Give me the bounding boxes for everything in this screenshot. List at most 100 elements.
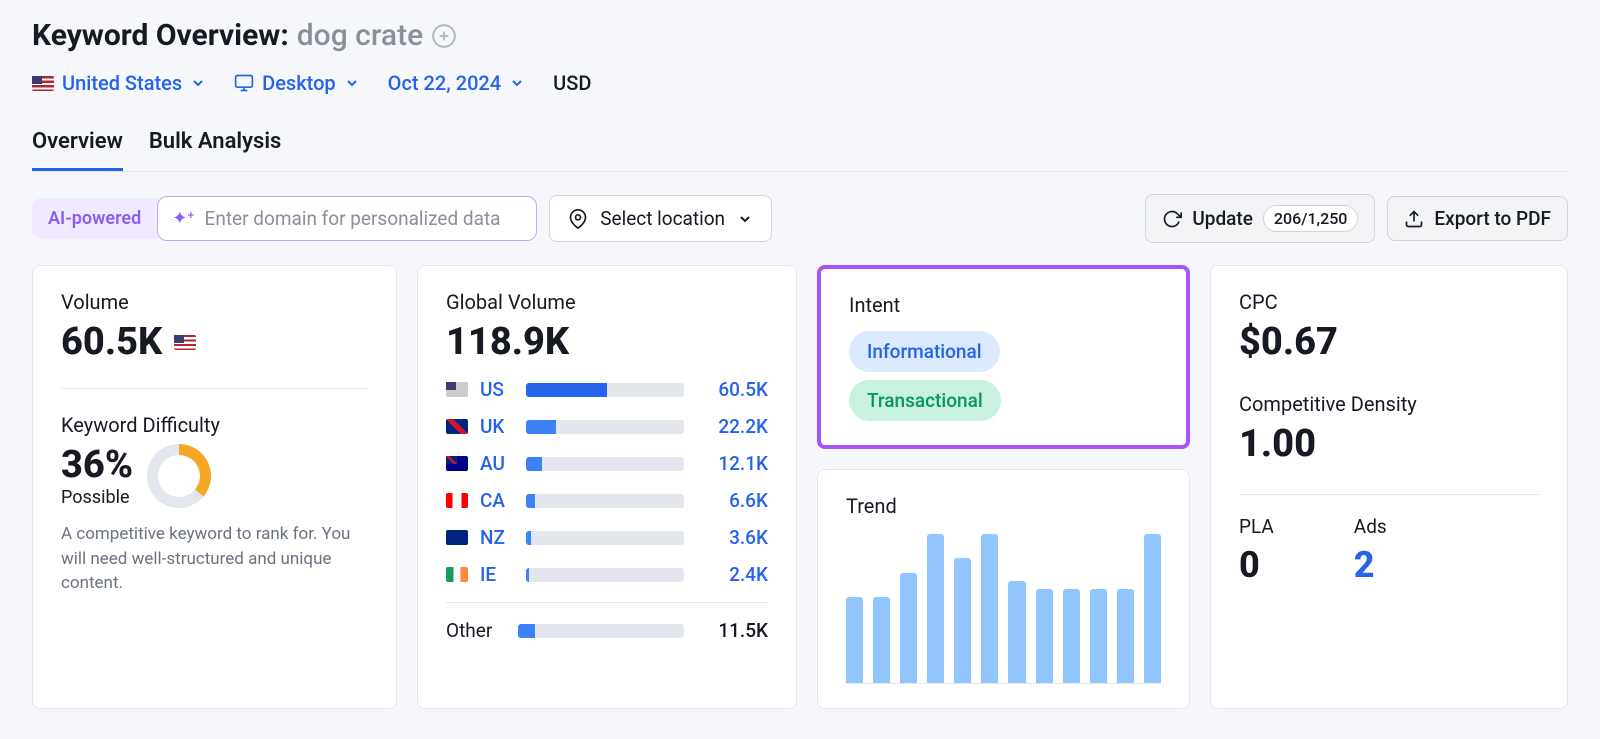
global-volume-list: US 60.5K UK 22.2K AU12.1K CA 6.6K NZ 3.6K IE2.4K bbox=[446, 378, 768, 586]
device-filter-label: Desktop bbox=[262, 71, 336, 95]
volume-bar bbox=[526, 383, 684, 397]
metrics-card: CPC $0.67 Competitive Density 1.00 PLA 0… bbox=[1210, 265, 1568, 709]
volume-bar bbox=[526, 568, 684, 582]
filters-row: United States Desktop Oct 22, 2024 USD bbox=[32, 71, 1568, 95]
currency-label: USD bbox=[553, 71, 591, 95]
tabs: Overview Bulk Analysis bbox=[32, 129, 1568, 172]
date-filter[interactable]: Oct 22, 2024 bbox=[388, 71, 526, 95]
sparkle-icon: ✦⁺ bbox=[172, 208, 194, 229]
trend-bar bbox=[846, 597, 863, 683]
intent-card: Intent Informational Transactional bbox=[817, 265, 1190, 449]
export-pdf-button[interactable]: Export to PDF bbox=[1387, 196, 1568, 241]
country-code: UK bbox=[480, 415, 514, 438]
trend-bar bbox=[1008, 581, 1025, 683]
volume-label: Volume bbox=[61, 290, 368, 314]
location-select[interactable]: Select location bbox=[549, 195, 772, 242]
volume-bar bbox=[526, 420, 684, 434]
flag-icon bbox=[446, 530, 468, 545]
trend-bar bbox=[873, 597, 890, 683]
competitive-density-label: Competitive Density bbox=[1239, 392, 1539, 416]
cpc-label: CPC bbox=[1239, 290, 1539, 314]
trend-bar bbox=[1090, 589, 1107, 683]
country-code: US bbox=[480, 378, 514, 401]
global-volume-row[interactable]: CA 6.6K bbox=[446, 489, 768, 512]
device-filter[interactable]: Desktop bbox=[234, 71, 360, 95]
toolbar: AI-powered ✦⁺ Enter domain for personali… bbox=[0, 172, 1600, 265]
desktop-icon bbox=[234, 73, 254, 93]
trend-card: Trend bbox=[817, 469, 1190, 709]
keyword-difficulty-value: 36% bbox=[61, 443, 133, 487]
page-title-keyword: dog crate bbox=[297, 18, 423, 53]
country-code: NZ bbox=[480, 526, 514, 549]
domain-input-placeholder: Enter domain for personalized data bbox=[205, 207, 501, 230]
country-code: CA bbox=[480, 489, 514, 512]
country-volume-value: 2.4K bbox=[696, 563, 768, 586]
trend-bar bbox=[927, 534, 944, 683]
export-icon bbox=[1404, 209, 1424, 229]
date-filter-label: Oct 22, 2024 bbox=[388, 71, 502, 95]
trend-bar bbox=[900, 573, 917, 683]
keyword-difficulty-label: Keyword Difficulty bbox=[61, 413, 368, 437]
global-volume-row[interactable]: AU12.1K bbox=[446, 452, 768, 475]
flag-icon bbox=[446, 493, 468, 508]
trend-bar bbox=[1144, 534, 1161, 683]
country-volume-value: 12.1K bbox=[696, 452, 768, 475]
keyword-difficulty-level: Possible bbox=[61, 487, 133, 508]
add-keyword-button[interactable] bbox=[431, 23, 457, 49]
ai-powered-badge: AI-powered bbox=[32, 198, 157, 239]
country-volume-value: 6.6K bbox=[696, 489, 768, 512]
global-volume-row[interactable]: NZ 3.6K bbox=[446, 526, 768, 549]
flag-icon bbox=[446, 456, 468, 471]
update-button-label: Update bbox=[1192, 207, 1253, 230]
cpc-value: $0.67 bbox=[1239, 320, 1539, 364]
country-volume-value: 22.2K bbox=[696, 415, 768, 438]
volume-bar bbox=[526, 494, 684, 508]
keyword-difficulty-desc: A competitive keyword to rank for. You w… bbox=[61, 522, 368, 596]
intent-pill-informational[interactable]: Informational bbox=[849, 331, 1000, 372]
chevron-down-icon bbox=[737, 211, 753, 227]
pla-label: PLA bbox=[1239, 515, 1274, 538]
trend-bar bbox=[981, 534, 998, 683]
global-volume-other-label: Other bbox=[446, 619, 506, 642]
country-filter-label: United States bbox=[62, 71, 182, 95]
flag-icon bbox=[446, 567, 468, 582]
tab-bulk-analysis[interactable]: Bulk Analysis bbox=[149, 129, 282, 171]
ads-value[interactable]: 2 bbox=[1354, 544, 1387, 586]
country-filter[interactable]: United States bbox=[32, 71, 206, 95]
chevron-down-icon bbox=[344, 75, 360, 91]
trend-bar bbox=[954, 558, 971, 683]
location-pin-icon bbox=[568, 209, 588, 229]
volume-card: Volume 60.5K Keyword Difficulty 36% Poss… bbox=[32, 265, 397, 709]
update-button[interactable]: Update 206/1,250 bbox=[1145, 194, 1375, 243]
page-title-row: Keyword Overview: dog crate bbox=[32, 18, 1568, 53]
global-volume-other-value: 11.5K bbox=[696, 619, 768, 642]
global-volume-row[interactable]: IE2.4K bbox=[446, 563, 768, 586]
global-volume-other-row: Other 11.5K bbox=[446, 619, 768, 642]
flag-us-icon bbox=[174, 335, 196, 350]
global-volume-label: Global Volume bbox=[446, 290, 768, 314]
global-volume-row[interactable]: UK 22.2K bbox=[446, 415, 768, 438]
domain-input[interactable]: ✦⁺ Enter domain for personalized data bbox=[157, 196, 537, 241]
trend-bar bbox=[1063, 589, 1080, 683]
intent-pill-transactional[interactable]: Transactional bbox=[849, 380, 1001, 421]
global-volume-row[interactable]: US 60.5K bbox=[446, 378, 768, 401]
trend-label: Trend bbox=[846, 494, 1161, 518]
refresh-icon bbox=[1162, 209, 1182, 229]
trend-bar bbox=[1036, 589, 1053, 683]
location-select-label: Select location bbox=[600, 207, 725, 230]
trend-bar bbox=[1117, 589, 1134, 683]
intent-label: Intent bbox=[849, 293, 1158, 317]
plus-circle-icon bbox=[431, 23, 457, 49]
country-volume-value: 3.6K bbox=[696, 526, 768, 549]
global-volume-value: 118.9K bbox=[446, 320, 768, 364]
export-button-label: Export to PDF bbox=[1434, 207, 1551, 230]
page-title-prefix: Keyword Overview: bbox=[32, 18, 289, 53]
pla-value: 0 bbox=[1239, 544, 1274, 586]
flag-icon bbox=[446, 382, 468, 397]
volume-bar bbox=[526, 457, 684, 471]
keyword-difficulty-donut bbox=[147, 444, 211, 508]
tab-overview[interactable]: Overview bbox=[32, 129, 123, 171]
country-volume-value: 60.5K bbox=[696, 378, 768, 401]
ads-label: Ads bbox=[1354, 515, 1387, 538]
flag-icon bbox=[446, 419, 468, 434]
